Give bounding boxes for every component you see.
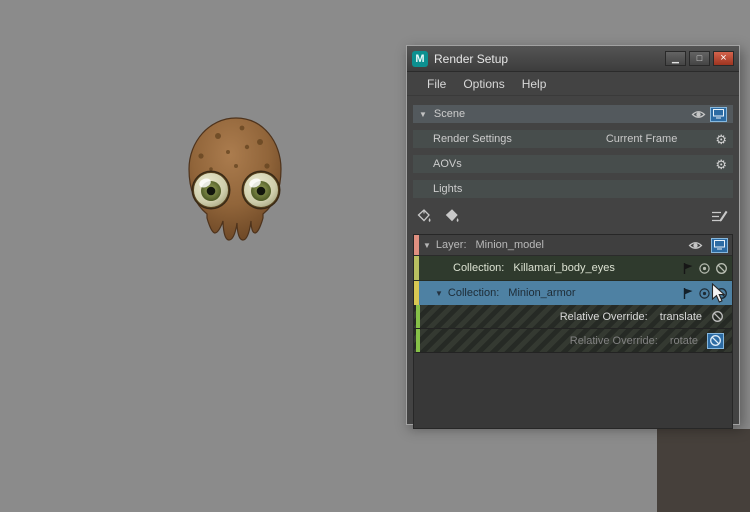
override-row-rotate[interactable]: Relative Override: rotate — [414, 329, 732, 353]
chevron-down-icon[interactable]: ▼ — [435, 289, 443, 298]
override-prefix: Relative Override: — [569, 334, 658, 347]
collection-prefix: Collection: — [453, 262, 505, 274]
maximize-button[interactable]: □ — [689, 51, 710, 66]
collection-name: Minion_armor — [508, 287, 576, 299]
create-layer-icon[interactable] — [711, 209, 729, 224]
scene-renderable-toggle-icon[interactable] — [710, 106, 727, 122]
render-layers-panel: ▼ Layer: Minion_model Collection: Killam… — [413, 234, 733, 429]
collection-row-killamari[interactable]: Collection: Killamari_body_eyes — [414, 256, 732, 281]
layer-row-minion-model[interactable]: ▼ Layer: Minion_model — [414, 235, 732, 256]
window-title: Render Setup — [434, 51, 509, 66]
titlebar[interactable]: M Render Setup ▁ □ × — [407, 46, 739, 72]
layers-toolbar — [415, 205, 731, 227]
collection-row-minion-armor-selected[interactable]: ▼ Collection: Minion_armor — [414, 281, 732, 305]
lights-label: Lights — [433, 183, 463, 195]
layer-color-stripe — [414, 235, 419, 255]
menu-options[interactable]: Options — [463, 77, 504, 91]
override-flag-icon[interactable] — [682, 287, 694, 300]
override-color-stripe — [416, 305, 420, 328]
collection-color-stripe — [414, 256, 419, 280]
close-button[interactable]: × — [713, 51, 734, 66]
menu-help[interactable]: Help — [522, 77, 547, 91]
scene-label: Scene — [433, 108, 466, 120]
gear-icon[interactable]: ⚙ — [715, 158, 727, 171]
minion-model — [188, 117, 282, 241]
disable-override-icon-active[interactable] — [707, 332, 724, 349]
collection-name: Killamari_body_eyes — [513, 262, 615, 274]
background-panel — [657, 429, 750, 512]
isolate-select-icon[interactable] — [698, 287, 711, 300]
render-bucket-icon[interactable] — [443, 208, 460, 224]
layer-name: Minion_model — [475, 239, 544, 251]
gear-icon[interactable]: ⚙ — [715, 133, 727, 146]
aovs-row[interactable]: AOVs ⚙ — [413, 155, 733, 173]
fill-bucket-icon[interactable] — [415, 208, 432, 224]
render-settings-row[interactable]: Render Settings Current Frame ⚙ — [413, 130, 733, 148]
override-name: translate — [659, 310, 702, 323]
maya-logo-icon: M — [412, 50, 428, 67]
maya-desktop: { "window": { "title": "Render Setup", "… — [0, 0, 750, 512]
aovs-label: AOVs — [433, 158, 462, 170]
minion-left-eye — [191, 170, 231, 210]
menu-file[interactable]: File — [427, 77, 446, 91]
scene-row[interactable]: ▼ Scene — [413, 105, 733, 123]
collection-prefix: Collection: — [447, 287, 500, 299]
layer-renderable-toggle-icon[interactable] — [711, 237, 728, 253]
override-prefix: Relative Override: — [559, 310, 648, 323]
chevron-down-icon[interactable]: ▼ — [419, 110, 427, 119]
menu-bar: File Options Help — [407, 72, 739, 96]
disable-override-icon[interactable] — [711, 310, 724, 323]
override-flag-icon[interactable] — [682, 262, 694, 275]
isolate-select-icon[interactable] — [698, 262, 711, 275]
lights-row[interactable]: Lights — [413, 180, 733, 198]
disable-collection-icon[interactable] — [715, 262, 728, 275]
override-color-stripe — [416, 329, 420, 352]
override-row-translate[interactable]: Relative Override: translate — [414, 305, 732, 329]
scene-visibility-eye-icon[interactable] — [691, 109, 706, 120]
layer-visibility-eye-icon[interactable] — [688, 240, 703, 251]
collection-color-stripe — [414, 281, 419, 305]
chevron-down-icon[interactable]: ▼ — [423, 241, 431, 250]
override-name: rotate — [669, 334, 698, 347]
minimize-button[interactable]: ▁ — [665, 51, 686, 66]
disable-collection-icon[interactable] — [715, 287, 728, 300]
render-settings-value: Current Frame — [605, 133, 678, 145]
layer-prefix: Layer: — [435, 239, 467, 251]
render-settings-label: Render Settings — [433, 133, 512, 145]
window-content: ▼ Scene Render Settings Current Frame ⚙ … — [407, 96, 739, 429]
minion-right-eye — [241, 170, 281, 210]
render-setup-window: M Render Setup ▁ □ × File Options Help ▼… — [406, 45, 740, 429]
